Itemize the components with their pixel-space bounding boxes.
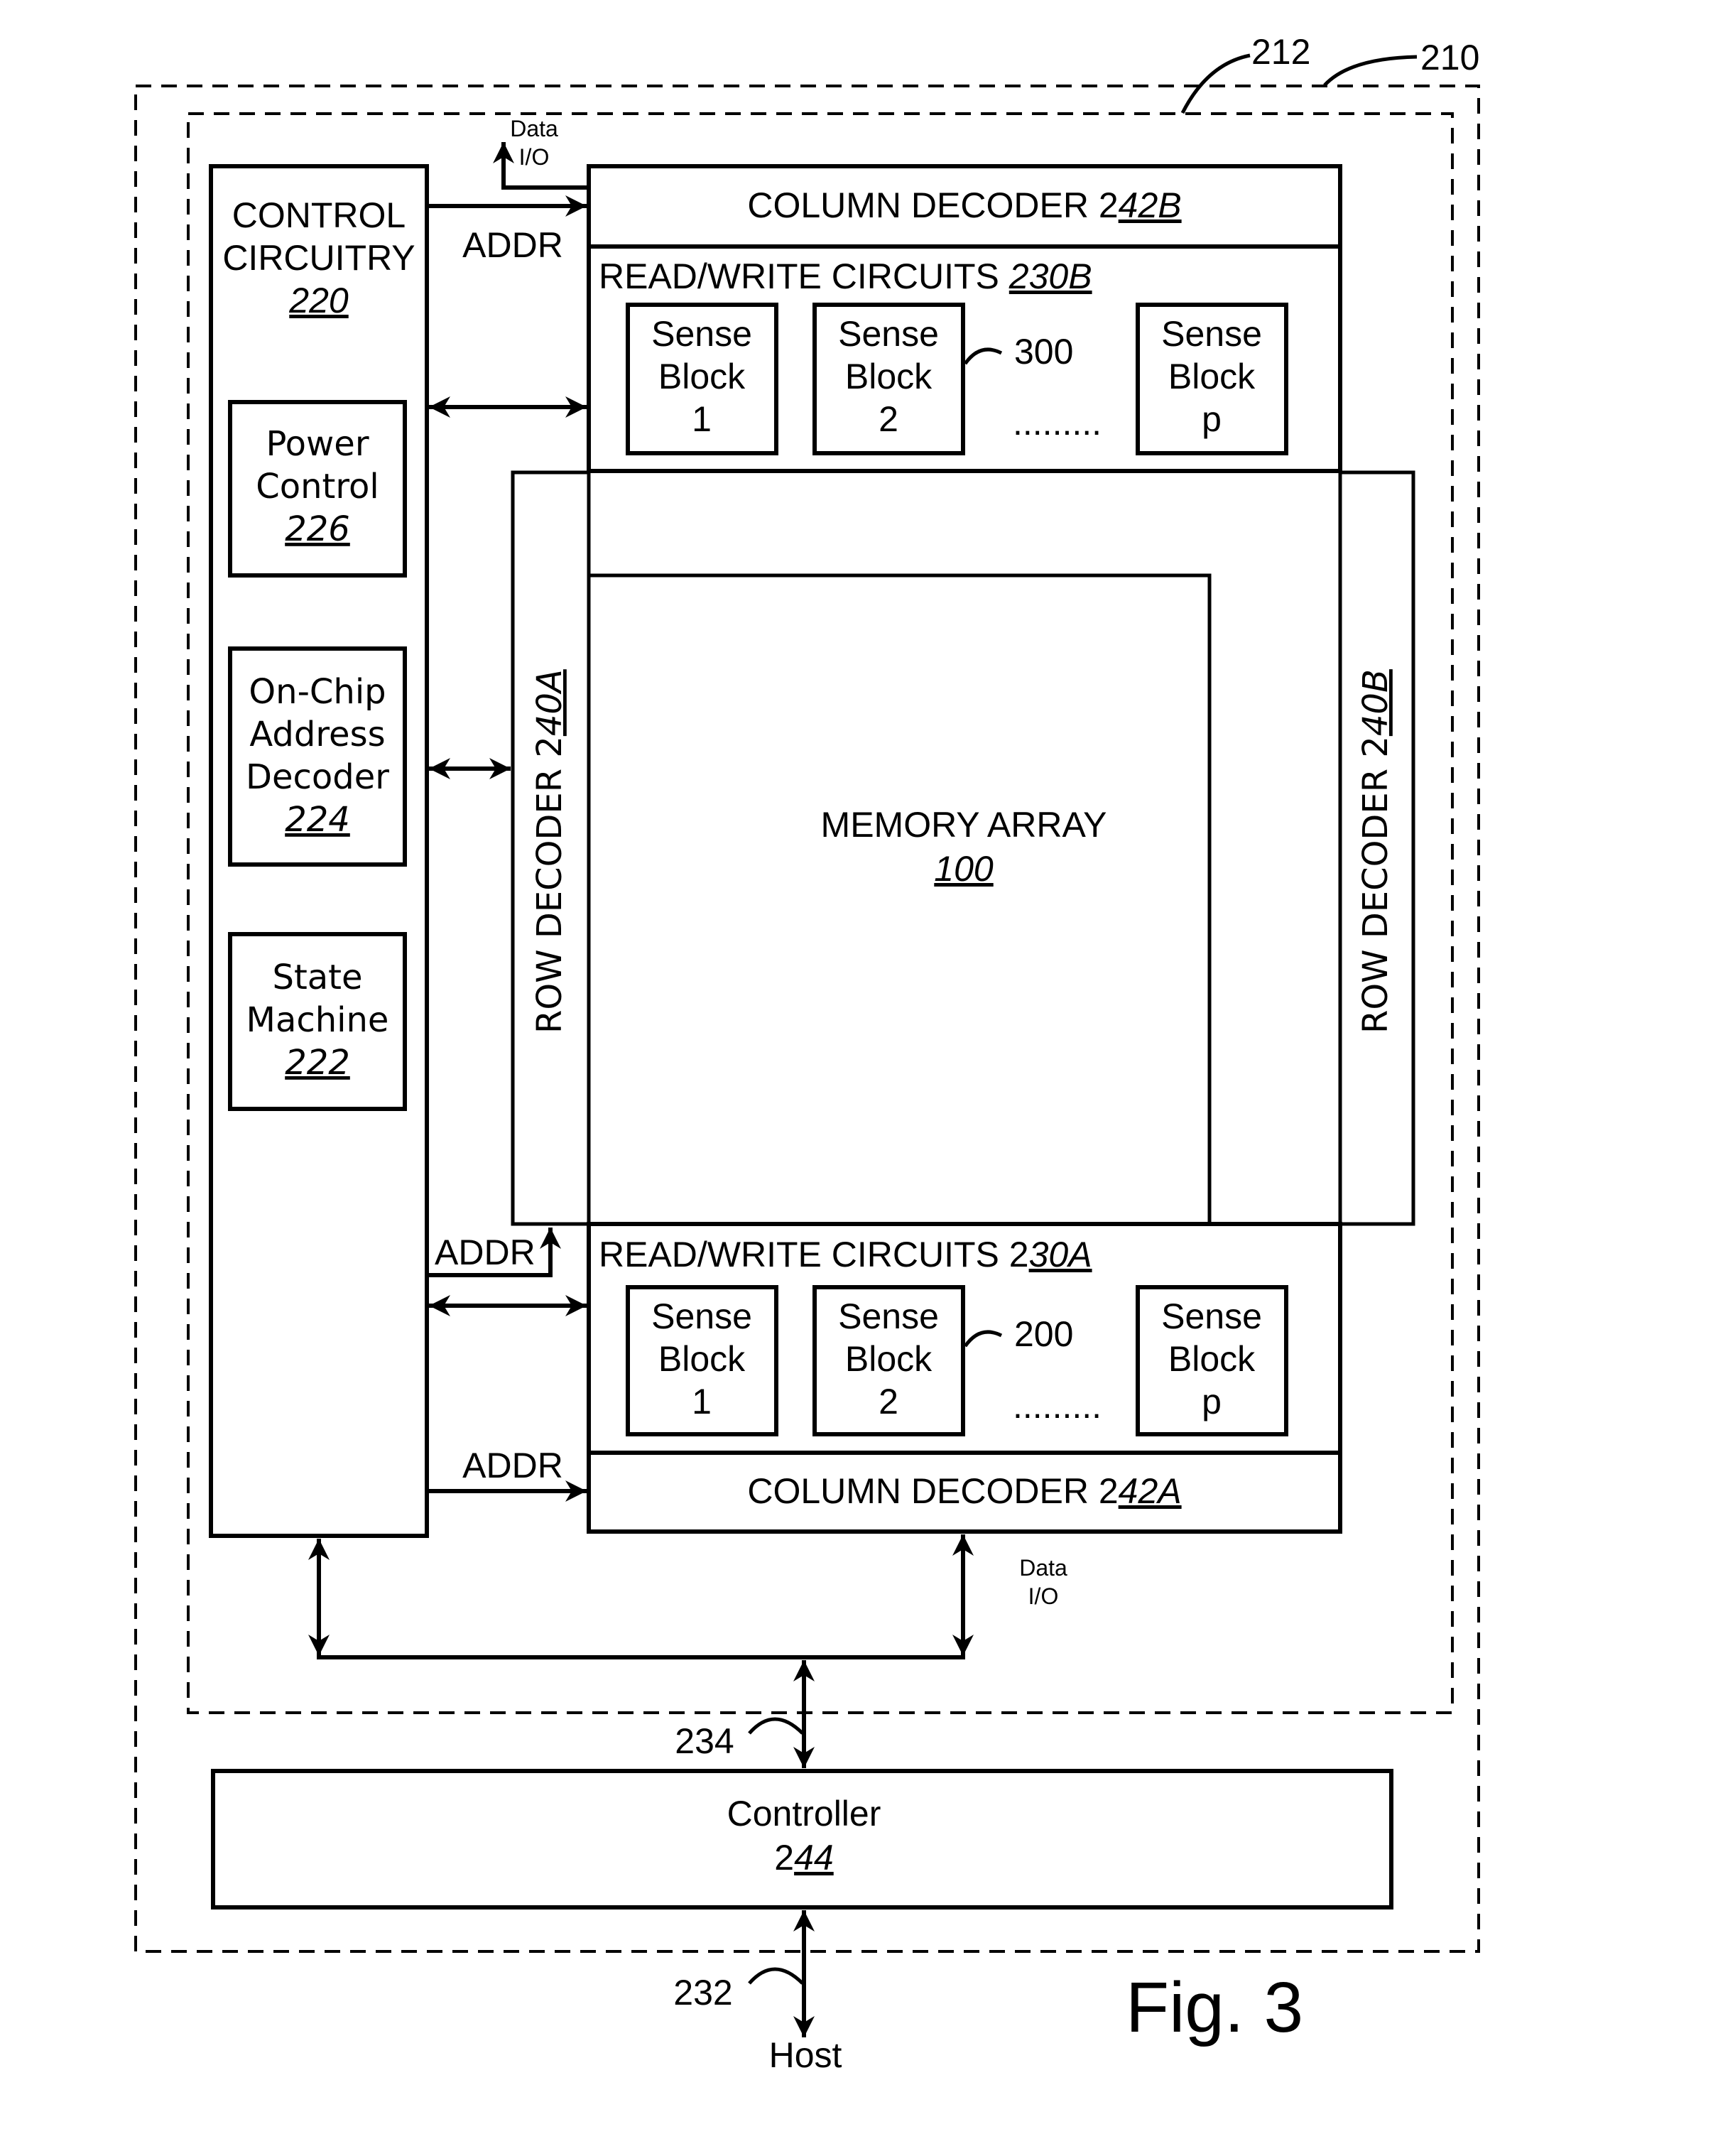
- data-io-bottom-label-1: Data: [1019, 1555, 1067, 1581]
- sense-block-label: Sense: [838, 1296, 939, 1336]
- sense-block-bottom-2: Sense Block 2: [812, 1285, 965, 1436]
- power-control-ref: 226: [285, 509, 350, 549]
- sense-block-index: 1: [692, 1382, 712, 1421]
- address-decoder-line1: On-Chip: [249, 672, 386, 712]
- sense-block-label: Block: [845, 357, 933, 396]
- column-decoder-242b: COLUMN DECODER 242B: [587, 164, 1342, 249]
- sense-block-label: Block: [1168, 1339, 1256, 1379]
- callout-leader-234: [748, 1717, 804, 1735]
- sense-block-label: Block: [1168, 357, 1256, 396]
- addr-label-top: ADDR: [462, 225, 563, 265]
- power-control-block: Power Control 226: [228, 400, 407, 578]
- sense-block-bottom-1: Sense Block 1: [626, 1285, 778, 1436]
- rw-circuits-230b-label: READ/WRITE CIRCUITS 230B: [599, 256, 1092, 296]
- control-circuitry-title-2: CIRCUITRY: [222, 238, 415, 278]
- sense-block-index: p: [1202, 399, 1222, 439]
- sense-block-top-2: Sense Block 2: [812, 303, 965, 455]
- row-decoder-240b-label: ROW DECODER 240B: [1356, 669, 1396, 1034]
- callout-leader-212: [1180, 53, 1251, 114]
- control-circuitry-block: CONTROL CIRCUITRY 220: [209, 164, 429, 1538]
- controller-label: Controller: [727, 1794, 881, 1833]
- memory-array-label: MEMORY ARRAY: [821, 805, 1107, 845]
- rw-circuits-230a-label: READ/WRITE CIRCUITS 230A: [599, 1235, 1092, 1274]
- column-decoder-242a: COLUMN DECODER 242A: [587, 1451, 1342, 1534]
- data-io-top-label-2: I/O: [519, 144, 550, 170]
- sense-block-label: Block: [658, 357, 746, 396]
- address-decoder-block: On-Chip Address Decoder 224: [228, 646, 407, 867]
- sense-block-label: Sense: [1161, 1296, 1262, 1336]
- controller-244: Controller 244: [211, 1769, 1393, 1909]
- address-decoder-ref: 224: [285, 800, 350, 840]
- sense-block-label: Block: [845, 1339, 933, 1379]
- state-machine-line2: Machine: [246, 1000, 389, 1040]
- row-decoder-240a-label: ROW DECODER 240A: [530, 669, 570, 1034]
- callout-200: 200: [1014, 1314, 1073, 1354]
- callout-210: 210: [1420, 38, 1479, 77]
- address-decoder-line3: Decoder: [246, 757, 389, 797]
- sense-block-top-p: Sense Block p: [1136, 303, 1288, 455]
- addr-label-bottom: ADDR: [462, 1446, 563, 1485]
- control-circuitry-title-1: CONTROL: [232, 195, 406, 235]
- data-io-bottom-label-2: I/O: [1028, 1583, 1059, 1609]
- sense-block-label: Block: [658, 1339, 746, 1379]
- sense-block-label: Sense: [1161, 314, 1262, 354]
- sense-block-index: 1: [692, 399, 712, 439]
- ellipsis-bottom: .........: [1013, 1386, 1102, 1426]
- figure-caption: Fig. 3: [1126, 1968, 1303, 2047]
- callout-300: 300: [1014, 332, 1073, 372]
- row-decoder-240b: ROW DECODER 240B: [1338, 470, 1415, 1226]
- host-label: Host: [769, 2035, 842, 2075]
- column-decoder-242b-label: COLUMN DECODER 242B: [747, 185, 1181, 225]
- row-decoder-240a: ROW DECODER 240A: [511, 470, 591, 1226]
- sense-block-top-1: Sense Block 1: [626, 303, 778, 455]
- data-io-top-label-1: Data: [510, 116, 558, 141]
- callout-234: 234: [675, 1721, 734, 1761]
- sense-block-bottom-p: Sense Block p: [1136, 1285, 1288, 1436]
- callout-leader-300: [963, 347, 1003, 365]
- sense-block-index: p: [1202, 1382, 1222, 1421]
- ellipsis-top: .........: [1013, 403, 1102, 443]
- callout-212: 212: [1251, 32, 1310, 72]
- memory-array-ref: 100: [934, 849, 994, 889]
- state-machine-ref: 222: [285, 1043, 350, 1083]
- sense-block-index: 2: [879, 399, 898, 439]
- column-decoder-242a-label: COLUMN DECODER 242A: [747, 1471, 1181, 1511]
- callout-leader-232: [748, 1967, 804, 1985]
- sense-block-label: Sense: [651, 314, 752, 354]
- addr-label-row: ADDR: [435, 1233, 535, 1272]
- power-control-line1: Power: [266, 424, 369, 464]
- sense-block-label: Sense: [838, 314, 939, 354]
- callout-leader-200: [963, 1330, 1003, 1348]
- controller-ref: 244: [774, 1838, 833, 1878]
- memory-array-100: MEMORY ARRAY 100: [513, 472, 1413, 1226]
- control-circuitry-ref: 220: [288, 281, 349, 320]
- state-machine-line1: State: [272, 958, 362, 997]
- power-control-line2: Control: [256, 467, 379, 507]
- block-diagram: 212 210 CONTROL CIRCUITRY 220 Power Cont…: [134, 32, 1480, 2075]
- callout-232: 232: [673, 1973, 732, 2013]
- callout-leader-210: [1323, 55, 1418, 87]
- state-machine-block: State Machine 222: [228, 932, 407, 1111]
- sense-block-index: 2: [879, 1382, 898, 1421]
- sense-block-label: Sense: [651, 1296, 752, 1336]
- address-decoder-line2: Address: [249, 715, 385, 754]
